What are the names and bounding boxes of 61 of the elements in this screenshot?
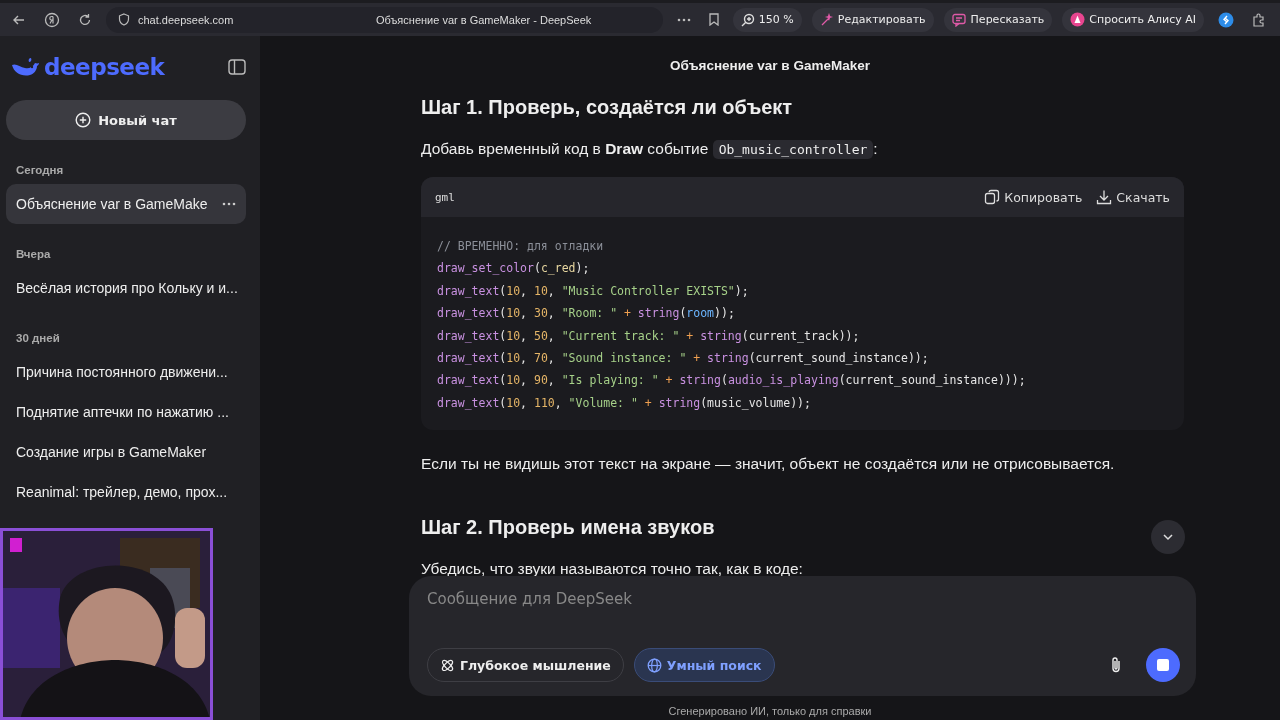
section-heading: Шаг 2. Проверь имена звуков	[421, 516, 715, 540]
disclaimer-text: Сгенерировано ИИ, только для справки	[667, 705, 873, 717]
copy-button[interactable]: Копировать	[984, 189, 1083, 205]
scroll-down-button[interactable]	[1151, 520, 1185, 554]
group-heading: Сегодня	[16, 164, 65, 176]
code-line: // ВРЕМЕННО: для отладки	[437, 238, 605, 255]
chat-item[interactable]: Весёлая история про Кольку и и...	[6, 268, 246, 308]
section-heading: Шаг 1. Проверь, создаётся ли объект	[421, 96, 793, 119]
chat-item[interactable]: Причина постоянного движени...	[6, 352, 246, 392]
stop-button[interactable]	[1146, 648, 1180, 682]
download-button[interactable]: Скачать	[1096, 189, 1170, 205]
page-title: Объяснение var в GameMaker - DeepSeek	[376, 13, 592, 26]
yandex-icon[interactable]	[44, 11, 60, 28]
chat-item[interactable]: Создание игры в GameMaker	[6, 432, 246, 472]
edit-button[interactable]: Редактировать	[811, 7, 934, 32]
copy-icon	[984, 189, 1001, 205]
url-text: chat.deepseek.com	[138, 13, 234, 26]
shield-icon	[118, 13, 130, 26]
chat-item[interactable]: Поднятие аптечки по нажатию ...	[6, 392, 246, 432]
group-heading: Вчера	[16, 248, 52, 260]
chevron-down-icon	[1162, 533, 1174, 541]
code-line: draw_text(10, 30, "Room: " + string(room));	[437, 305, 736, 323]
code-line: draw_set_color(c_red);	[437, 260, 591, 278]
new-chat-button[interactable]: Новый чат	[6, 100, 246, 140]
puzzle-icon[interactable]	[1252, 12, 1266, 27]
more-icon[interactable]	[222, 202, 236, 206]
code-line: draw_text(10, 110, "Volume: " + string(music_volume));	[437, 394, 812, 412]
code-line: draw_text(10, 90, "Is playing: " + string(audio_is_playing(current_sound_instance)));	[437, 372, 1027, 390]
group-heading: 30 дней	[16, 332, 61, 344]
paragraph: Убедись, что звуки называются точно так, как в коде:	[421, 559, 803, 580]
whale-icon	[10, 56, 40, 78]
chat-title: Объяснение var в GameMaker	[669, 57, 871, 75]
code-language: gml	[435, 190, 455, 204]
paragraph: Добавь временный код в Draw событие Ob_music_controller :	[421, 139, 878, 161]
code-line: draw_text(10, 10, "Music Controller EXISTS");	[437, 282, 750, 300]
logo-text: deepseek	[44, 54, 165, 80]
speech-bubble-icon	[951, 12, 967, 27]
zoom-icon	[740, 12, 755, 27]
chat-item[interactable]: Reanimal: трейлер, демо, прох...	[6, 472, 246, 512]
magic-wand-icon	[819, 12, 834, 27]
paragraph: Если ты не видишь этот текст на экране — значит, объект не создаётся или не отрисовывается.	[421, 454, 1115, 475]
shazam-icon[interactable]	[1218, 11, 1234, 28]
bookmark-icon[interactable]	[708, 13, 719, 26]
message-input[interactable]: Сообщение для DeepSeek	[427, 590, 1180, 608]
summary-button[interactable]: Пересказать	[943, 7, 1053, 32]
download-icon	[1096, 189, 1113, 205]
plus-icon	[75, 112, 92, 128]
address-bar[interactable]: chat.deepseek.com Объяснение var в GameMaker - DeepSeek	[106, 6, 663, 33]
more-icon[interactable]	[676, 17, 691, 22]
chat-item[interactable]: Объяснение var в GameMake	[6, 184, 246, 224]
globe-icon	[646, 657, 662, 673]
search-toggle[interactable]: Умный поиск	[633, 648, 775, 682]
zoom-button[interactable]: 150 %	[732, 7, 802, 32]
sidebar-toggle-icon[interactable]	[228, 59, 246, 75]
stop-icon	[1157, 659, 1169, 671]
atom-icon	[440, 657, 455, 673]
code-line: draw_text(10, 50, "Current track: " + string(current_track));	[437, 327, 861, 345]
code-line: draw_text(10, 70, "Sound instance: " + string(current_sound_instance));	[437, 350, 930, 368]
attach-icon[interactable]	[1110, 656, 1122, 674]
reload-icon[interactable]	[78, 12, 92, 27]
ask-button[interactable]: Спросить Алису AI	[1062, 7, 1204, 32]
